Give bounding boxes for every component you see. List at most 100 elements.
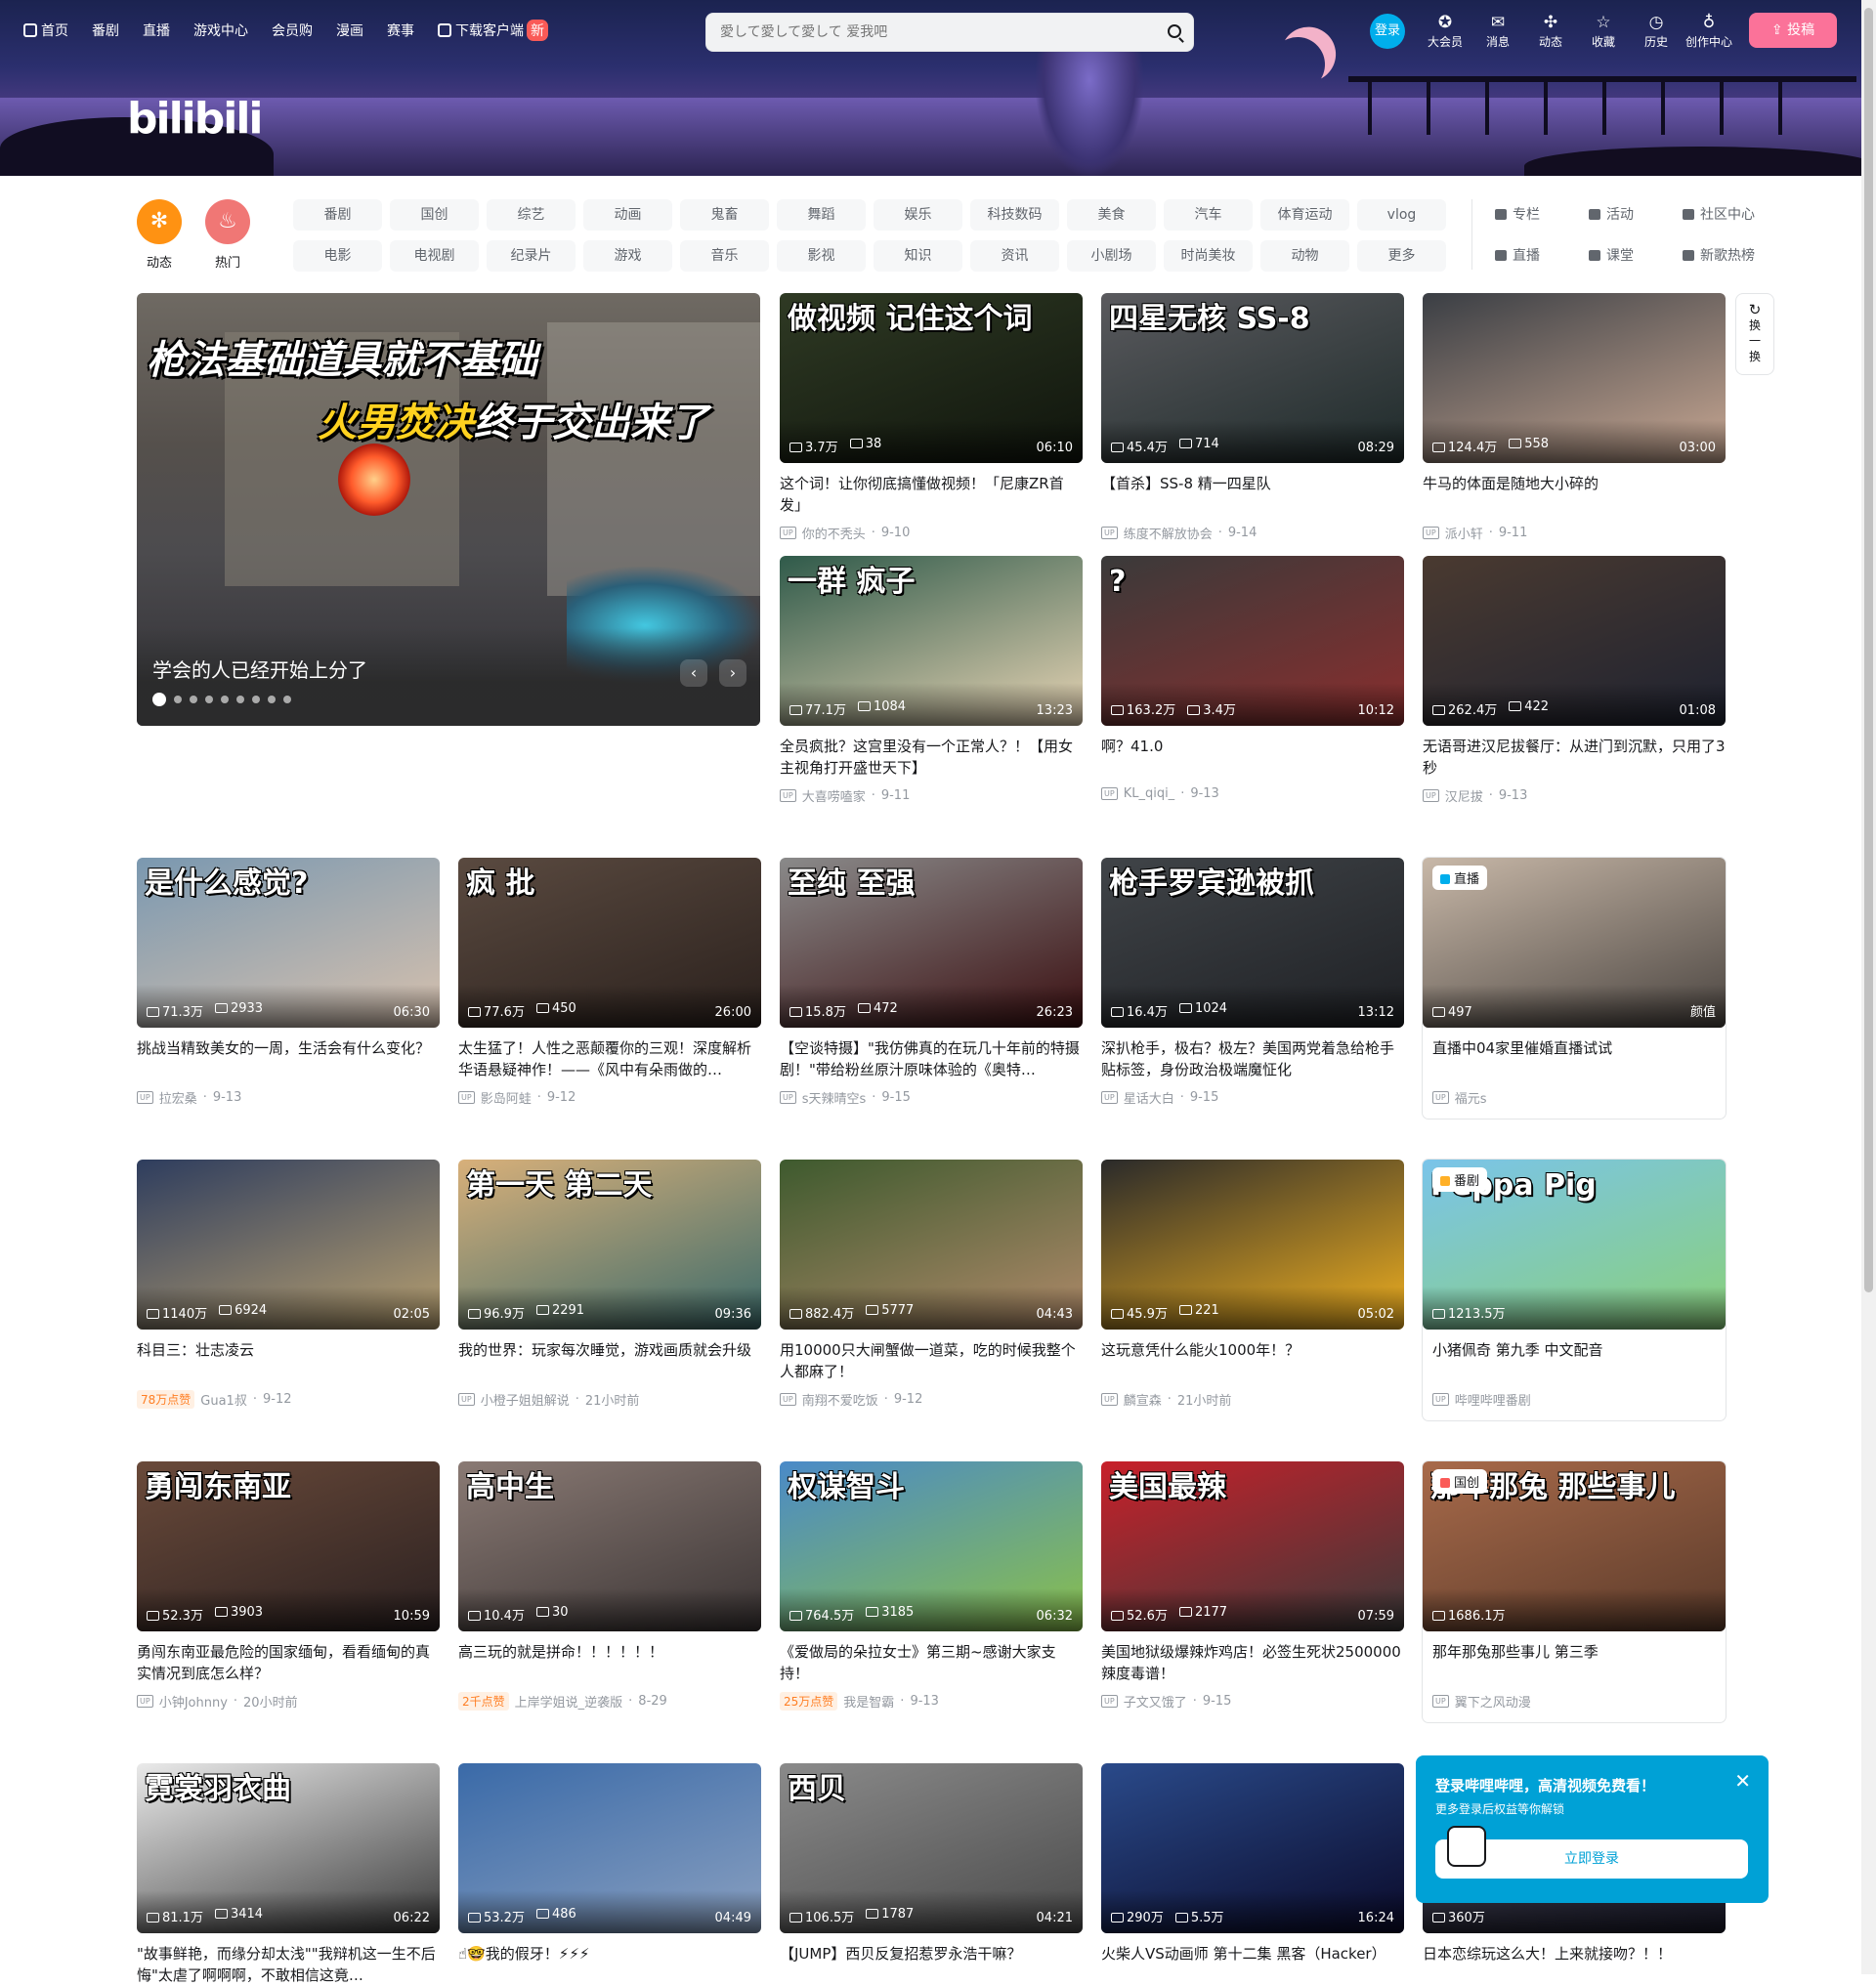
video-thumbnail[interactable]: 1140万 6924 02:05 (137, 1160, 440, 1330)
video-title[interactable]: 美国地狱级爆辣炸鸡店！必签生死状2500000辣度毒谱！ (1101, 1641, 1404, 1684)
video-card[interactable]: 枪手罗宾逊被抓 16.4万 1024 13:12 深扒枪手，极右？极左？美国两党… (1101, 858, 1404, 1107)
video-card[interactable]: 124.4万 558 03:00 牛马的体面是随地大小碎的 UP 派小轩 · 9-11 (1423, 293, 1726, 542)
video-author[interactable]: 子文又饿了 (1124, 1692, 1187, 1711)
video-title[interactable]: 勇闯东南亚最危险的国家缅甸，看看缅甸的真实情况到底怎么样？ (137, 1641, 440, 1684)
channel-tag[interactable]: 动画 (583, 199, 672, 231)
video-author[interactable]: 翼下之风动漫 (1455, 1692, 1531, 1711)
channel-tag[interactable]: vlog (1357, 199, 1446, 231)
video-card[interactable]: 勇闯东南亚 52.3万 3903 10:59 勇闯东南亚最危险的国家缅甸，看看缅… (137, 1461, 440, 1711)
video-card[interactable]: 疯 批 77.6万 450 26:00 太生猛了！人性之恶颠覆你的三观！深度解析… (458, 858, 761, 1107)
channel-tag[interactable]: 番剧 (293, 199, 382, 231)
video-thumbnail[interactable]: 西贝 106.5万 1787 04:21 (780, 1763, 1083, 1933)
video-author[interactable]: 哔哩哔哩番剧 (1455, 1390, 1531, 1409)
video-card[interactable]: 882.4万 5777 04:43 用10000只大闸蟹做一道菜，吃的时候我整个… (780, 1160, 1083, 1409)
video-card[interactable]: 霓裳羽衣曲 81.1万 3414 06:22 "故事鲜艳，而缘分却太浅""我辩机… (137, 1763, 440, 1986)
video-card[interactable]: 那年那兔 那些事儿 国创 1686.1万 那年那兔那些事儿 第三季 UP 翼下之风… (1423, 1461, 1726, 1722)
search-input[interactable] (706, 14, 1136, 51)
video-title[interactable]: 日本恋综玩这么大！上来就接吻？！！ (1423, 1943, 1726, 1986)
video-title[interactable]: 【JUMP】西贝反复招惹罗永浩干嘛？ (780, 1943, 1083, 1986)
carousel-dot[interactable] (152, 693, 166, 706)
channel-tag[interactable]: 音乐 (680, 240, 769, 272)
channel-tag[interactable]: 游戏 (583, 240, 672, 272)
video-author[interactable]: 小钟Johnny (159, 1692, 228, 1711)
video-author[interactable]: 大喜唠嗑家 (802, 786, 866, 805)
channel-hot-button[interactable]: ♨ (205, 199, 250, 244)
video-thumbnail[interactable]: 那年那兔 那些事儿 国创 1686.1万 (1423, 1461, 1726, 1631)
video-thumbnail[interactable]: ? 163.2万 3.4万 10:12 (1101, 556, 1404, 726)
video-title[interactable]: 太生猛了！人性之恶颠覆你的三观！深度解析华语悬疑神作！——《风中有朵雨做的… (458, 1037, 761, 1080)
video-thumbnail[interactable]: Peppa Pig 番剧 1213.5万 (1423, 1160, 1726, 1330)
scrollbar-thumb[interactable] (1864, 8, 1873, 1292)
video-thumbnail[interactable]: 53.2万 486 04:49 (458, 1763, 761, 1933)
video-author[interactable]: 福元s (1455, 1088, 1487, 1107)
search-icon[interactable] (1168, 24, 1181, 38)
video-thumbnail[interactable]: 一群 疯子 77.1万 1084 13:23 (780, 556, 1083, 726)
channel-tag[interactable]: 鬼畜 (680, 199, 769, 231)
channel-tag[interactable]: 知识 (874, 240, 962, 272)
video-title[interactable]: 这个词！让你彻底搞懂做视频！「尼康ZR首发」 (780, 473, 1083, 516)
video-card[interactable]: 直播 497 颜值 直播中04家里催婚直播试试 UP 福元s (1423, 858, 1726, 1119)
video-author[interactable]: 你的不秃头 (802, 524, 866, 542)
video-card[interactable]: 262.4万 422 01:08 无语哥进汉尼拔餐厅：从进门到沉默，只用了3秒 … (1423, 556, 1726, 805)
nav-vip[interactable]: ✪ 大会员 (1419, 12, 1471, 50)
nav-manga[interactable]: 漫画 (336, 21, 363, 40)
video-title[interactable]: 火柴人VS动画师 第十二集 黑客（Hacker） (1101, 1943, 1404, 1986)
video-card[interactable]: 45.9万 221 05:02 这玩意凭什么能火1000年！？ UP 麟宣森 · 21… (1101, 1160, 1404, 1409)
video-title[interactable]: 挑战当精致美女的一周，生活会有什么变化？ (137, 1037, 440, 1080)
channel-tag[interactable]: 国创 (390, 199, 479, 231)
channel-extra-link[interactable]: 社区中心 (1683, 199, 1776, 231)
carousel-dot[interactable] (221, 696, 229, 703)
video-thumbnail[interactable]: 高中生 10.4万 30 (458, 1461, 761, 1631)
video-thumbnail[interactable]: 疯 批 77.6万 450 26:00 (458, 858, 761, 1028)
upload-button[interactable]: ⇪ 投稿 (1749, 13, 1837, 48)
video-thumbnail[interactable]: 至纯 至强 15.8万 472 26:23 (780, 858, 1083, 1028)
video-title[interactable]: 这玩意凭什么能火1000年！？ (1101, 1339, 1404, 1382)
nav-download[interactable]: 下载客户端新 (438, 20, 548, 41)
video-title[interactable]: 无语哥进汉尼拔餐厅：从进门到沉默，只用了3秒 (1423, 736, 1726, 779)
channel-extra-link[interactable]: 直播 (1495, 240, 1589, 272)
video-title[interactable]: 《爱做局的朵拉女士》第三期~感谢大家支持！ (780, 1641, 1083, 1684)
nav-game-center[interactable]: 游戏中心 (193, 21, 248, 40)
channel-dynamic-button[interactable]: ✻ (137, 199, 182, 244)
channel-tag[interactable]: 电影 (293, 240, 382, 272)
video-title[interactable]: "故事鲜艳，而缘分却太浅""我辩机这一生不后悔"太虐了啊啊啊，不敢相信这竟… (137, 1943, 440, 1986)
video-author[interactable]: Gua1叔 (200, 1390, 247, 1409)
video-title[interactable]: 【首杀】SS-8 精一四星队 (1101, 473, 1404, 516)
channel-tag[interactable]: 综艺 (487, 199, 576, 231)
channel-extra-link[interactable]: 活动 (1589, 199, 1683, 231)
carousel-caption[interactable]: 学会的人已经开始上分了 (152, 655, 367, 683)
video-title[interactable]: 全员疯批？这宫里没有一个正常人？！【用女主视角打开盛世天下】 (780, 736, 1083, 779)
video-card[interactable]: ? 163.2万 3.4万 10:12 啊？41.0 UP KL_qiqi_ · 9-… (1101, 556, 1404, 801)
refresh-feed-button[interactable]: ↻ 换一换 (1735, 293, 1774, 375)
video-title[interactable]: 直播中04家里催婚直播试试 (1423, 1037, 1726, 1080)
video-card[interactable]: 西贝 106.5万 1787 04:21 【JUMP】西贝反复招惹罗永浩干嘛？ (780, 1763, 1083, 1986)
video-author[interactable]: 派小轩 (1445, 524, 1483, 542)
video-card[interactable]: 一群 疯子 77.1万 1084 13:23 全员疯批？这宫里没有一个正常人？！… (780, 556, 1083, 805)
video-card[interactable]: 美国最辣 52.6万 2177 07:59 美国地狱级爆辣炸鸡店！必签生死状25… (1101, 1461, 1404, 1711)
video-author[interactable]: 上岸学姐说_逆袭版 (515, 1692, 623, 1711)
video-thumbnail[interactable]: 290万 5.5万 16:24 (1101, 1763, 1404, 1933)
nav-bangumi[interactable]: 番剧 (92, 21, 119, 40)
video-title[interactable]: 啊？41.0 (1101, 736, 1404, 779)
channel-tag[interactable]: 汽车 (1164, 199, 1253, 231)
video-thumbnail[interactable]: 权谋智斗 764.5万 3185 06:32 (780, 1461, 1083, 1631)
video-title[interactable]: 高三玩的就是拼命！！！！！！ (458, 1641, 761, 1684)
video-card[interactable]: 1140万 6924 02:05 科目三：壮志凌云 78万点赞 Gua1叔 · 9-1… (137, 1160, 440, 1409)
video-card[interactable]: 是什么感觉? 71.3万 2933 06:30 挑战当精致美女的一周，生活会有什… (137, 858, 440, 1107)
video-author[interactable]: KL_qiqi_ (1124, 786, 1175, 801)
bilibili-logo[interactable]: bilibili (127, 94, 263, 144)
video-title[interactable]: 小猪佩奇 第九季 中文配音 (1423, 1339, 1726, 1382)
carousel-dot[interactable] (174, 696, 182, 703)
page-scrollbar[interactable] (1861, 0, 1876, 1974)
video-card[interactable]: 四星无核 SS-8 45.4万 714 08:29 【首杀】SS-8 精一四星队… (1101, 293, 1404, 542)
video-author[interactable]: 影岛阿蛙 (481, 1088, 532, 1107)
channel-tag[interactable]: 资讯 (970, 240, 1059, 272)
channel-tag[interactable]: 更多 (1357, 240, 1446, 272)
video-author[interactable]: 星话大白 (1124, 1088, 1174, 1107)
video-thumbnail[interactable]: 勇闯东南亚 52.3万 3903 10:59 (137, 1461, 440, 1631)
video-title[interactable]: 用10000只大闸蟹做一道菜，吃的时候我整个人都麻了！ (780, 1339, 1083, 1382)
video-thumbnail[interactable]: 124.4万 558 03:00 (1423, 293, 1726, 463)
video-author[interactable]: 拉宏桑 (159, 1088, 197, 1107)
video-thumbnail[interactable]: 直播 497 颜值 (1423, 858, 1726, 1028)
carousel-dot[interactable] (268, 696, 276, 703)
